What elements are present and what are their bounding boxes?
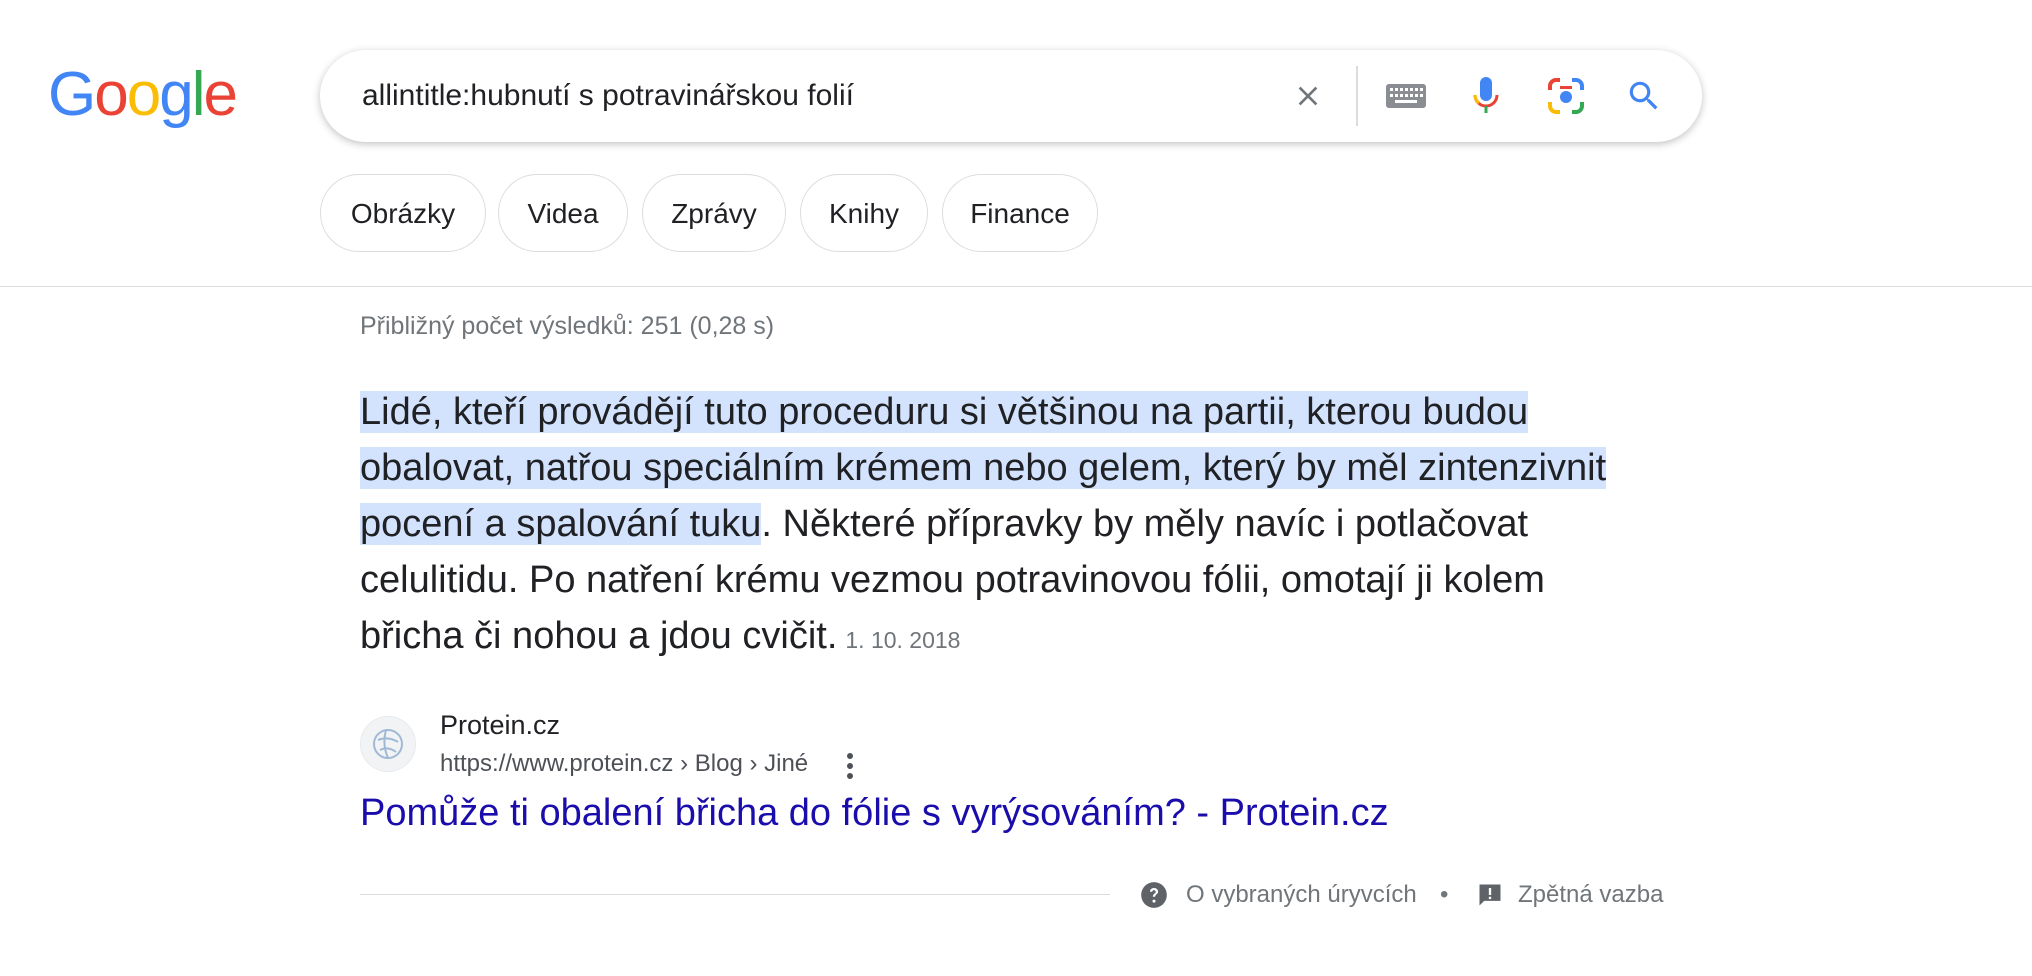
site-name[interactable]: Protein.cz: [440, 710, 560, 741]
search-box[interactable]: allintitle:hubnutí s potravinářskou foli…: [320, 50, 1702, 142]
search-icon[interactable]: [1620, 72, 1668, 120]
logo-letter-o2: o: [126, 60, 162, 129]
logo-letter-o1: o: [94, 60, 129, 129]
feedback-link[interactable]: Zpětná vazba: [1518, 878, 1663, 912]
help-icon[interactable]: [1140, 881, 1168, 919]
chip-videa[interactable]: Videa: [498, 174, 628, 252]
snippet-date: 1. 10. 2018: [845, 627, 961, 653]
close-icon[interactable]: [1284, 72, 1332, 120]
google-logo[interactable]: Google: [48, 60, 238, 129]
footer-divider: [360, 894, 1110, 895]
header-divider: [0, 286, 2032, 287]
feedback-icon[interactable]: [1476, 881, 1504, 919]
featured-snippet: Lidé, kteří provádějí tuto proceduru si …: [360, 384, 1640, 668]
logo-letter-l: l: [191, 60, 206, 129]
logo-letter-g: G: [48, 60, 96, 129]
lens-icon[interactable]: [1542, 72, 1590, 120]
search-separator: [1356, 66, 1358, 126]
site-url[interactable]: https://www.protein.cz › Blog › Jiné: [440, 750, 808, 778]
logo-letter-g2: g: [159, 60, 194, 129]
logo-letter-e: e: [203, 60, 238, 129]
result-title-link[interactable]: Pomůže ti obalení břicha do fólie s vyrý…: [360, 792, 1389, 835]
about-snippets-link[interactable]: O vybraných úryvcích: [1186, 878, 1417, 912]
chip-knihy[interactable]: Knihy: [800, 174, 928, 252]
site-favicon: [360, 716, 416, 772]
chip-finance[interactable]: Finance: [942, 174, 1098, 252]
keyboard-icon[interactable]: [1382, 72, 1430, 120]
microphone-icon[interactable]: [1462, 72, 1510, 120]
chip-obrazky[interactable]: Obrázky: [320, 174, 486, 252]
result-stats: Přibližný počet výsledků: 251 (0,28 s): [360, 312, 775, 340]
footer-bullet: •: [1440, 881, 1449, 908]
more-options-icon[interactable]: [838, 748, 862, 784]
search-input[interactable]: allintitle:hubnutí s potravinářskou foli…: [362, 50, 854, 142]
chip-zpravy[interactable]: Zprávy: [642, 174, 786, 252]
